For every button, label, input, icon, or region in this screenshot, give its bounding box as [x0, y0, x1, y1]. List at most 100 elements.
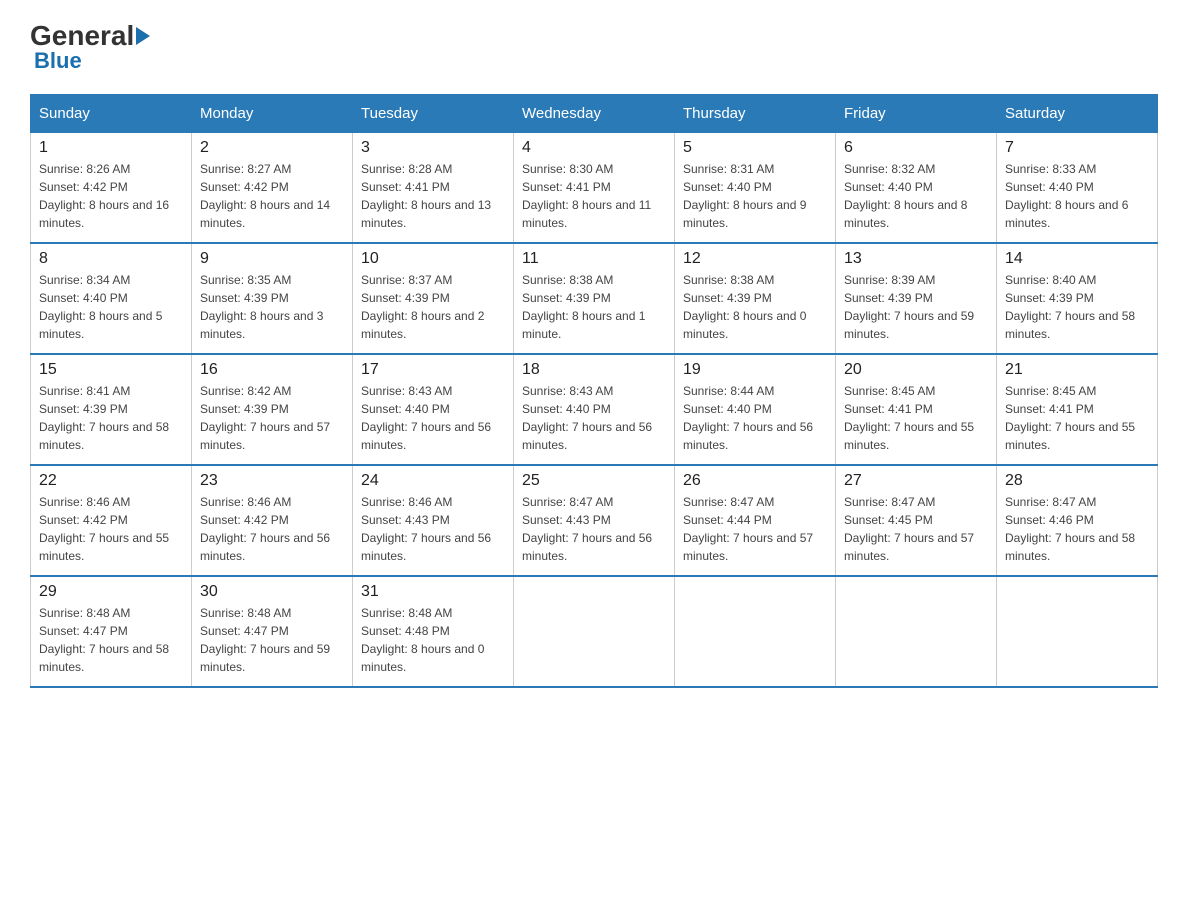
- header-saturday: Saturday: [997, 95, 1158, 133]
- day-info: Sunrise: 8:48 AMSunset: 4:47 PMDaylight:…: [39, 604, 183, 676]
- day-number: 12: [683, 250, 827, 268]
- calendar-cell: 9 Sunrise: 8:35 AMSunset: 4:39 PMDaylight…: [192, 243, 353, 354]
- calendar-cell: 14 Sunrise: 8:40 AMSunset: 4:39 PMDayligh…: [997, 243, 1158, 354]
- day-number: 21: [1005, 361, 1149, 379]
- day-info: Sunrise: 8:47 AMSunset: 4:46 PMDaylight:…: [1005, 493, 1149, 565]
- calendar-cell: 23 Sunrise: 8:46 AMSunset: 4:42 PMDayligh…: [192, 465, 353, 576]
- calendar-cell: 22 Sunrise: 8:46 AMSunset: 4:42 PMDayligh…: [31, 465, 192, 576]
- calendar-cell: 2 Sunrise: 8:27 AMSunset: 4:42 PMDaylight…: [192, 133, 353, 244]
- calendar-week-3: 15Sunrise: 8:41 AMSunset: 4:39 PMDayligh…: [31, 354, 1158, 465]
- day-info: Sunrise: 8:43 AMSunset: 4:40 PMDaylight:…: [522, 382, 666, 454]
- day-number: 26: [683, 472, 827, 490]
- calendar-cell: 30Sunrise: 8:48 AMSunset: 4:47 PMDayligh…: [192, 576, 353, 687]
- calendar-cell: 15Sunrise: 8:41 AMSunset: 4:39 PMDayligh…: [31, 354, 192, 465]
- day-number: 8: [39, 250, 183, 268]
- day-info: Sunrise: 8:45 AMSunset: 4:41 PMDaylight:…: [1005, 382, 1149, 454]
- day-number: 15: [39, 361, 183, 379]
- header-sunday: Sunday: [31, 95, 192, 133]
- day-number: 16: [200, 361, 344, 379]
- calendar-cell: 4 Sunrise: 8:30 AMSunset: 4:41 PMDaylight…: [514, 133, 675, 244]
- calendar-week-5: 29 Sunrise: 8:48 AMSunset: 4:47 PMDayligh…: [31, 576, 1158, 687]
- day-info: Sunrise: 8:45 AMSunset: 4:41 PMDaylight:…: [844, 382, 988, 454]
- day-number: 20: [844, 361, 988, 379]
- calendar-cell: 25 Sunrise: 8:47 AMSunset: 4:43 PMDayligh…: [514, 465, 675, 576]
- day-number: 17: [361, 361, 505, 379]
- day-info: Sunrise: 8:47 AMSunset: 4:45 PMDaylight:…: [844, 493, 988, 565]
- day-number: 6: [844, 139, 988, 157]
- header-thursday: Thursday: [675, 95, 836, 133]
- day-number: 11: [522, 250, 666, 268]
- calendar-cell: 7 Sunrise: 8:33 AMSunset: 4:40 PMDaylight…: [997, 133, 1158, 244]
- calendar-cell: 8 Sunrise: 8:34 AMSunset: 4:40 PMDaylight…: [31, 243, 192, 354]
- day-info: Sunrise: 8:37 AMSunset: 4:39 PMDaylight:…: [361, 271, 505, 343]
- day-number: 27: [844, 472, 988, 490]
- day-number: 2: [200, 139, 344, 157]
- header-monday: Monday: [192, 95, 353, 133]
- calendar-cell: 21 Sunrise: 8:45 AMSunset: 4:41 PMDayligh…: [997, 354, 1158, 465]
- calendar-cell: [997, 576, 1158, 687]
- calendar-body: 1 Sunrise: 8:26 AMSunset: 4:42 PMDaylight…: [31, 133, 1158, 688]
- calendar-cell: 3Sunrise: 8:28 AMSunset: 4:41 PMDaylight…: [353, 133, 514, 244]
- calendar-week-1: 1 Sunrise: 8:26 AMSunset: 4:42 PMDaylight…: [31, 133, 1158, 244]
- day-number: 13: [844, 250, 988, 268]
- calendar-cell: 1 Sunrise: 8:26 AMSunset: 4:42 PMDaylight…: [31, 133, 192, 244]
- calendar-cell: 24 Sunrise: 8:46 AMSunset: 4:43 PMDayligh…: [353, 465, 514, 576]
- day-number: 28: [1005, 472, 1149, 490]
- calendar-cell: [514, 576, 675, 687]
- day-number: 5: [683, 139, 827, 157]
- header-tuesday: Tuesday: [353, 95, 514, 133]
- calendar-cell: 27 Sunrise: 8:47 AMSunset: 4:45 PMDayligh…: [836, 465, 997, 576]
- calendar-cell: 6 Sunrise: 8:32 AMSunset: 4:40 PMDaylight…: [836, 133, 997, 244]
- day-info: Sunrise: 8:40 AMSunset: 4:39 PMDaylight:…: [1005, 271, 1149, 343]
- day-info: Sunrise: 8:35 AMSunset: 4:39 PMDaylight:…: [200, 271, 344, 343]
- logo: General Blue: [30, 20, 152, 74]
- day-number: 23: [200, 472, 344, 490]
- day-info: Sunrise: 8:46 AMSunset: 4:43 PMDaylight:…: [361, 493, 505, 565]
- calendar-cell: 26 Sunrise: 8:47 AMSunset: 4:44 PMDayligh…: [675, 465, 836, 576]
- logo-arrow-icon: [136, 27, 150, 45]
- day-number: 29: [39, 583, 183, 601]
- day-info: Sunrise: 8:44 AMSunset: 4:40 PMDaylight:…: [683, 382, 827, 454]
- day-info: Sunrise: 8:32 AMSunset: 4:40 PMDaylight:…: [844, 160, 988, 232]
- day-number: 3: [361, 139, 505, 157]
- day-info: Sunrise: 8:46 AMSunset: 4:42 PMDaylight:…: [200, 493, 344, 565]
- header: General Blue: [30, 20, 1158, 74]
- day-number: 18: [522, 361, 666, 379]
- calendar-cell: 16 Sunrise: 8:42 AMSunset: 4:39 PMDayligh…: [192, 354, 353, 465]
- day-number: 14: [1005, 250, 1149, 268]
- logo-sub-text: Blue: [34, 48, 82, 74]
- day-info: Sunrise: 8:34 AMSunset: 4:40 PMDaylight:…: [39, 271, 183, 343]
- calendar-cell: 18 Sunrise: 8:43 AMSunset: 4:40 PMDayligh…: [514, 354, 675, 465]
- day-number: 31: [361, 583, 505, 601]
- calendar-week-2: 8 Sunrise: 8:34 AMSunset: 4:40 PMDaylight…: [31, 243, 1158, 354]
- day-number: 7: [1005, 139, 1149, 157]
- day-info: Sunrise: 8:48 AMSunset: 4:48 PMDaylight:…: [361, 604, 505, 676]
- day-info: Sunrise: 8:46 AMSunset: 4:42 PMDaylight:…: [39, 493, 183, 565]
- day-info: Sunrise: 8:39 AMSunset: 4:39 PMDaylight:…: [844, 271, 988, 343]
- calendar-cell: 5 Sunrise: 8:31 AMSunset: 4:40 PMDaylight…: [675, 133, 836, 244]
- day-number: 4: [522, 139, 666, 157]
- day-info: Sunrise: 8:47 AMSunset: 4:44 PMDaylight:…: [683, 493, 827, 565]
- calendar-cell: 11 Sunrise: 8:38 AMSunset: 4:39 PMDayligh…: [514, 243, 675, 354]
- day-info: Sunrise: 8:30 AMSunset: 4:41 PMDaylight:…: [522, 160, 666, 232]
- day-number: 1: [39, 139, 183, 157]
- day-info: Sunrise: 8:31 AMSunset: 4:40 PMDaylight:…: [683, 160, 827, 232]
- day-info: Sunrise: 8:27 AMSunset: 4:42 PMDaylight:…: [200, 160, 344, 232]
- calendar-cell: 20 Sunrise: 8:45 AMSunset: 4:41 PMDayligh…: [836, 354, 997, 465]
- day-info: Sunrise: 8:42 AMSunset: 4:39 PMDaylight:…: [200, 382, 344, 454]
- day-number: 24: [361, 472, 505, 490]
- calendar-cell: 17Sunrise: 8:43 AMSunset: 4:40 PMDayligh…: [353, 354, 514, 465]
- day-number: 9: [200, 250, 344, 268]
- calendar-cell: 31 Sunrise: 8:48 AMSunset: 4:48 PMDayligh…: [353, 576, 514, 687]
- header-wednesday: Wednesday: [514, 95, 675, 133]
- day-info: Sunrise: 8:47 AMSunset: 4:43 PMDaylight:…: [522, 493, 666, 565]
- day-number: 22: [39, 472, 183, 490]
- day-info: Sunrise: 8:33 AMSunset: 4:40 PMDaylight:…: [1005, 160, 1149, 232]
- day-number: 30: [200, 583, 344, 601]
- day-number: 10: [361, 250, 505, 268]
- day-number: 25: [522, 472, 666, 490]
- calendar-cell: 28 Sunrise: 8:47 AMSunset: 4:46 PMDayligh…: [997, 465, 1158, 576]
- day-number: 19: [683, 361, 827, 379]
- day-info: Sunrise: 8:26 AMSunset: 4:42 PMDaylight:…: [39, 160, 183, 232]
- day-info: Sunrise: 8:38 AMSunset: 4:39 PMDaylight:…: [522, 271, 666, 343]
